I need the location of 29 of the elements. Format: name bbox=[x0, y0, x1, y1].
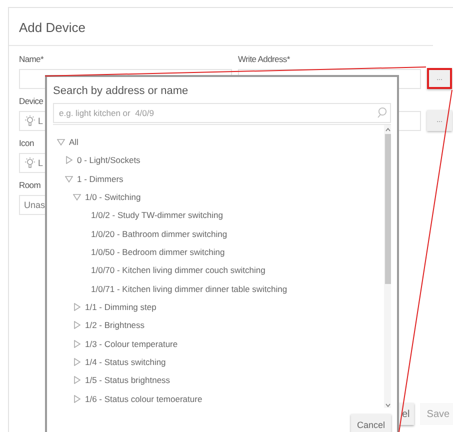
tree-item[interactable]: 0 - Light/Sockets bbox=[77, 155, 140, 166]
tree-item[interactable]: 1/3 - Colour temperature bbox=[85, 338, 178, 349]
search-field[interactable]: e.g. light kitchen or 4/0/9 bbox=[53, 103, 391, 123]
field-label: Device bbox=[19, 96, 44, 106]
search-icon bbox=[377, 107, 387, 118]
tree-item[interactable]: 1/2 - Brightness bbox=[85, 320, 145, 330]
dialog-title: Add Device bbox=[19, 20, 86, 35]
field-label: Name* bbox=[19, 54, 44, 64]
tree-item[interactable]: 1/4 - Status switching bbox=[85, 357, 166, 368]
field-label: Icon bbox=[19, 138, 34, 148]
field-label: Room bbox=[19, 180, 40, 190]
tree-item[interactable]: 1/0/50 - Bedroom dimmer switching bbox=[91, 247, 225, 258]
tree-item[interactable]: 1/0/2 - Study TW-dimmer switching bbox=[91, 210, 223, 220]
scroll-down-icon bbox=[384, 403, 390, 408]
cancel-button[interactable]: Cancel bbox=[350, 414, 391, 432]
tree-item[interactable]: 1 - Dimmers bbox=[77, 174, 124, 184]
scroll-thumb[interactable] bbox=[384, 134, 390, 284]
tree-item[interactable]: 1/0 - Switching bbox=[85, 192, 141, 202]
scroll-up-icon bbox=[384, 127, 390, 132]
tree-item[interactable]: 1/0/20 - Bathroom dimmer switching bbox=[91, 228, 228, 239]
tree-item[interactable]: All bbox=[69, 137, 78, 148]
tree-item[interactable]: 1/0/70 - Kitchen living dimmer couch switching bbox=[91, 265, 266, 276]
tree-item[interactable]: 1/6 - Status colour temoerature bbox=[85, 394, 202, 404]
picker-title: Search by address or name bbox=[53, 85, 188, 97]
field-label: Write Address* bbox=[238, 54, 290, 64]
tree-item[interactable]: 1/1 - Dimming step bbox=[85, 302, 156, 312]
tree-item[interactable]: 1/5 - Status brightness bbox=[85, 375, 170, 386]
tree-item[interactable]: 1/0/71 - Kitchen living dimmer dinner table switching bbox=[91, 284, 288, 294]
scrollbar[interactable] bbox=[384, 125, 391, 408]
